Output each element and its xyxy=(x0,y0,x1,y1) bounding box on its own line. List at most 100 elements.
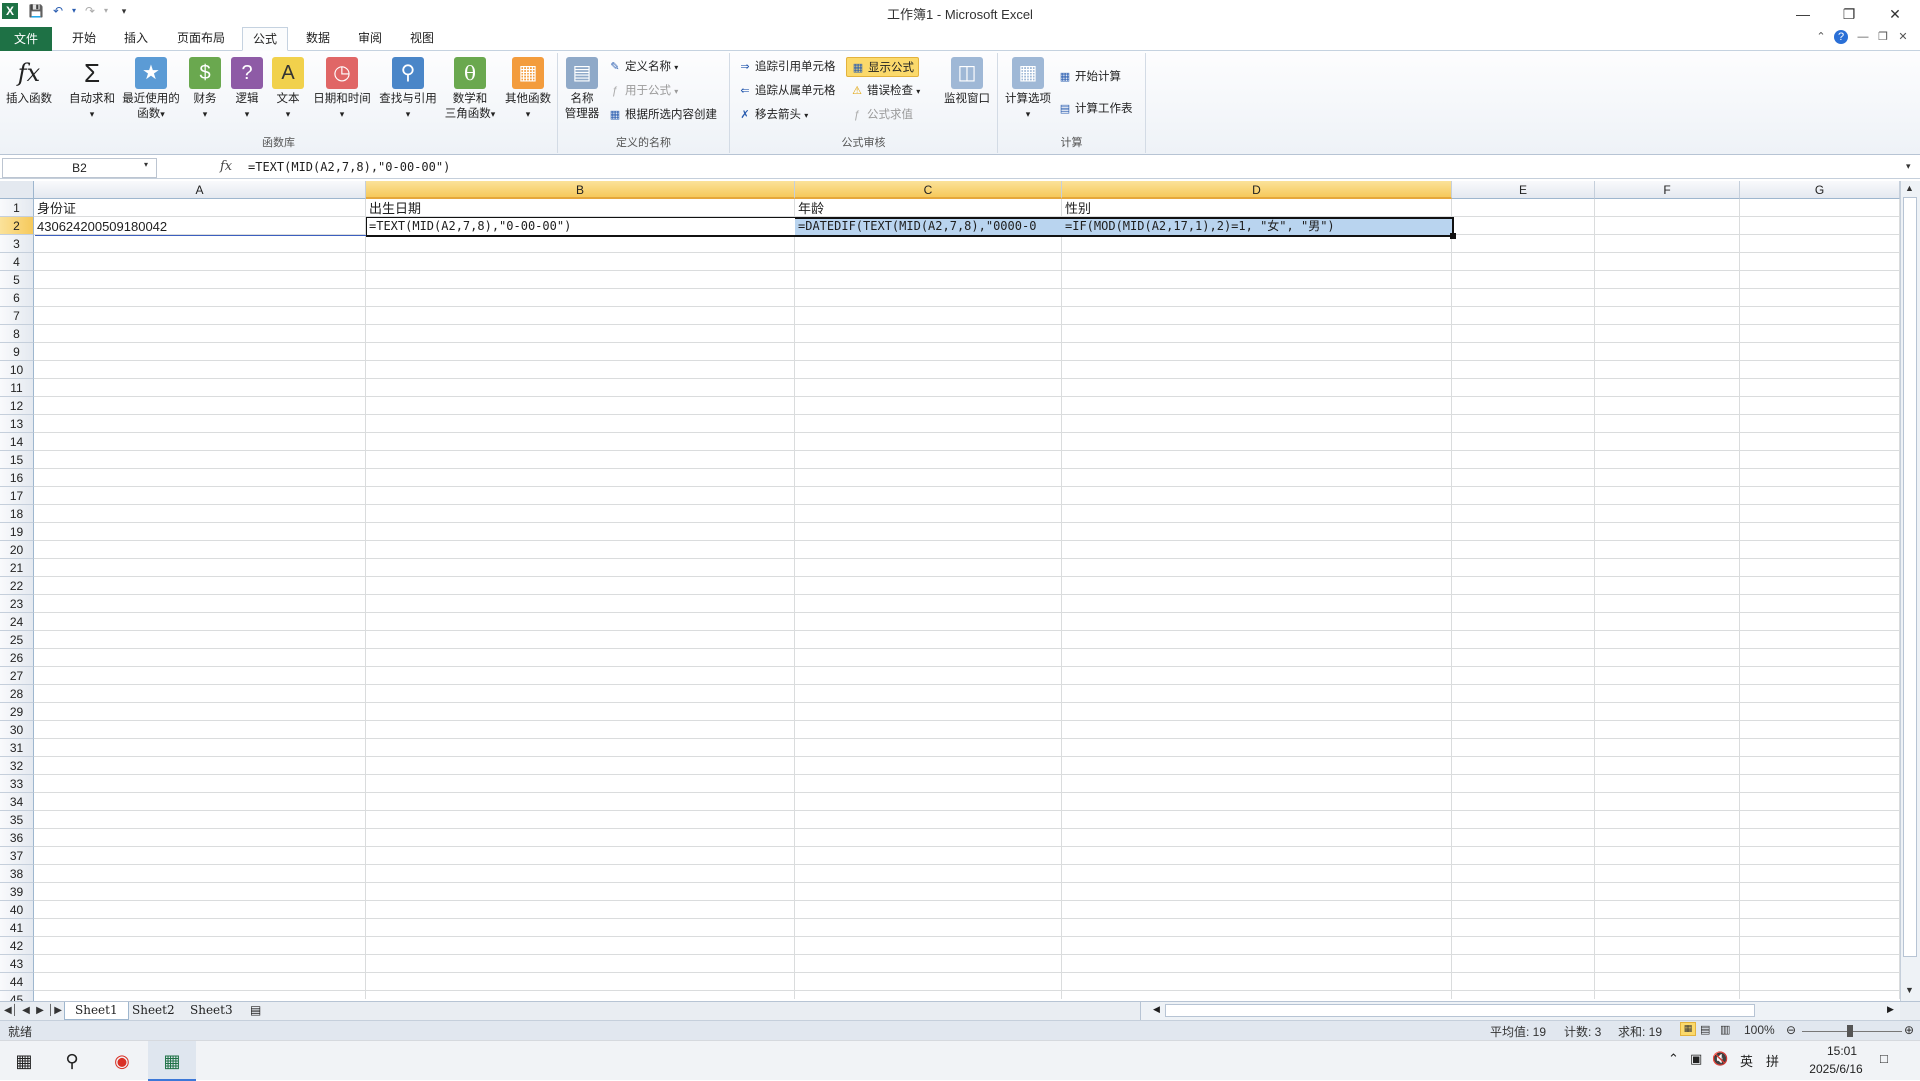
row-header-28[interactable]: 28 xyxy=(0,685,34,703)
financial-button[interactable]: $ 财务 ▾ xyxy=(188,57,222,122)
row-header-19[interactable]: 19 xyxy=(0,523,34,541)
zoom-in-icon[interactable]: ⊕ xyxy=(1904,1023,1914,1037)
ime-mode[interactable]: 拼 xyxy=(1766,1051,1779,1070)
row-header-23[interactable]: 23 xyxy=(0,595,34,613)
doc-restore-icon[interactable]: ❐ xyxy=(1876,30,1890,44)
use-in-formula-button[interactable]: ƒ 用于公式 ▾ xyxy=(608,81,678,101)
row-header-25[interactable]: 25 xyxy=(0,631,34,649)
row-header-22[interactable]: 22 xyxy=(0,577,34,595)
row-header-35[interactable]: 35 xyxy=(0,811,34,829)
insert-function-button[interactable]: fx 插入函数 xyxy=(4,57,54,107)
row-header-5[interactable]: 5 xyxy=(0,271,34,289)
column-header-a[interactable]: A xyxy=(34,181,366,199)
horizontal-scrollbar[interactable]: ◀ ▶ xyxy=(1140,1002,1900,1020)
row-header-6[interactable]: 6 xyxy=(0,289,34,307)
row-header-17[interactable]: 17 xyxy=(0,487,34,505)
recent-functions-button[interactable]: ★ 最近使用的 函数▾ xyxy=(120,57,182,122)
show-formulas-button[interactable]: ▦ 显示公式 xyxy=(846,57,919,77)
column-header-f[interactable]: F xyxy=(1595,181,1740,199)
column-header-e[interactable]: E xyxy=(1452,181,1595,199)
more-functions-button[interactable]: ▦ 其他函数 ▾ xyxy=(500,57,556,122)
cell-c1[interactable]: 年龄 xyxy=(796,200,1061,217)
create-from-selection-button[interactable]: ▦ 根据所选内容创建 xyxy=(608,105,717,125)
text-functions-button[interactable]: A 文本 ▾ xyxy=(272,57,304,122)
row-header-11[interactable]: 11 xyxy=(0,379,34,397)
row-header-43[interactable]: 43 xyxy=(0,955,34,973)
scroll-left-icon[interactable]: ◀ xyxy=(1153,1004,1160,1015)
row-header-12[interactable]: 12 xyxy=(0,397,34,415)
select-all-corner[interactable] xyxy=(0,181,34,199)
row-header-18[interactable]: 18 xyxy=(0,505,34,523)
column-header-c[interactable]: C xyxy=(795,181,1062,199)
first-sheet-icon[interactable]: ◀│ xyxy=(4,1003,18,1019)
row-header-30[interactable]: 30 xyxy=(0,721,34,739)
windows-start-icon[interactable]: ▦ xyxy=(0,1041,48,1081)
row-header-36[interactable]: 36 xyxy=(0,829,34,847)
row-header-41[interactable]: 41 xyxy=(0,919,34,937)
tab-insert[interactable]: 插入 xyxy=(114,28,158,50)
worksheet-grid[interactable]: ABCDEFG 1 2 3 4 5 6 7 8 9 10 11 12 13 14 15 16 17 18 19 20 2… xyxy=(0,181,1920,1001)
cell-b2[interactable]: =TEXT(MID(A2,7,8),"0-00-00") xyxy=(367,218,794,235)
row-header-16[interactable]: 16 xyxy=(0,469,34,487)
name-box-dropdown-icon[interactable]: ▾ xyxy=(144,160,148,169)
scroll-right-icon[interactable]: ▶ xyxy=(1887,1004,1894,1015)
zoom-level[interactable]: 100% xyxy=(1744,1023,1775,1037)
tab-data[interactable]: 数据 xyxy=(296,28,340,50)
row-header-20[interactable]: 20 xyxy=(0,541,34,559)
tab-formulas[interactable]: 公式 xyxy=(242,27,288,51)
formula-input[interactable]: =TEXT(MID(A2,7,8),"0-00-00") xyxy=(246,158,1906,178)
sheet-tab-sheet1[interactable]: Sheet1 xyxy=(64,1002,129,1020)
evaluate-formula-button[interactable]: ƒ 公式求值 xyxy=(850,105,913,125)
tab-view[interactable]: 视图 xyxy=(400,28,444,50)
row-header-44[interactable]: 44 xyxy=(0,973,34,991)
normal-view-icon[interactable]: ▦ xyxy=(1680,1022,1696,1036)
network-icon[interactable]: ▣ xyxy=(1690,1051,1702,1067)
math-trig-button[interactable]: θ 数学和 三角函数▾ xyxy=(442,57,498,122)
chrome-icon[interactable]: ◉ xyxy=(98,1041,146,1081)
row-header-24[interactable]: 24 xyxy=(0,613,34,631)
trace-precedents-button[interactable]: ⇒ 追踪引用单元格 xyxy=(738,57,835,77)
vertical-scroll-thumb[interactable] xyxy=(1903,197,1917,957)
tab-file[interactable]: 文件 xyxy=(0,27,52,51)
ime-language[interactable]: 英 xyxy=(1740,1051,1753,1070)
tab-home[interactable]: 开始 xyxy=(62,28,106,50)
cell-d1[interactable]: 性别 xyxy=(1063,200,1451,217)
calculate-sheet-button[interactable]: ▤ 计算工作表 xyxy=(1058,99,1133,119)
row-header-14[interactable]: 14 xyxy=(0,433,34,451)
calculate-now-button[interactable]: ▦ 开始计算 xyxy=(1058,67,1121,87)
row-header-29[interactable]: 29 xyxy=(0,703,34,721)
horizontal-scroll-thumb[interactable] xyxy=(1165,1004,1755,1017)
row-header-42[interactable]: 42 xyxy=(0,937,34,955)
scroll-up-icon[interactable]: ▲ xyxy=(1905,183,1914,193)
name-box[interactable]: B2 xyxy=(2,158,157,178)
row-header-10[interactable]: 10 xyxy=(0,361,34,379)
row-header-9[interactable]: 9 xyxy=(0,343,34,361)
last-sheet-icon[interactable]: │▶ xyxy=(48,1003,62,1019)
trace-dependents-button[interactable]: ⇐ 追踪从属单元格 xyxy=(738,81,835,101)
row-header-7[interactable]: 7 xyxy=(0,307,34,325)
tab-review[interactable]: 审阅 xyxy=(348,28,392,50)
name-manager-button[interactable]: ▤ 名称 管理器 xyxy=(562,57,602,122)
cell-c2[interactable]: =DATEDIF(TEXT(MID(A2,7,8),"0000-0 xyxy=(796,218,1061,235)
column-header-d[interactable]: D xyxy=(1062,181,1452,199)
row-header-27[interactable]: 27 xyxy=(0,667,34,685)
lookup-reference-button[interactable]: ⚲ 查找与引用 ▾ xyxy=(376,57,440,122)
prev-sheet-icon[interactable]: ◀ xyxy=(20,1003,32,1019)
autosum-button[interactable]: Σ 自动求和 ▾ xyxy=(66,57,118,122)
vertical-scrollbar[interactable]: ▲ ▼ xyxy=(1900,181,1920,1001)
cell-d2[interactable]: =IF(MOD(MID(A2,17,1),2)=1, "女", "男") xyxy=(1063,218,1451,235)
insert-function-fx-icon[interactable]: fx xyxy=(220,159,232,174)
column-header-b[interactable]: B xyxy=(366,181,795,199)
excel-taskbar-icon[interactable]: ▦ xyxy=(148,1041,196,1081)
row-header-3[interactable]: 3 xyxy=(0,235,34,253)
cell-a2[interactable]: 430624200509180042 xyxy=(35,218,365,235)
insert-sheet-icon[interactable]: ▤ xyxy=(240,1002,271,1020)
doc-close-icon[interactable]: ✕ xyxy=(1896,30,1910,44)
datetime-button[interactable]: ◷ 日期和时间 ▾ xyxy=(310,57,374,122)
zoom-slider-thumb[interactable] xyxy=(1847,1025,1853,1037)
logical-button[interactable]: ? 逻辑 ▾ xyxy=(230,57,264,122)
row-header-33[interactable]: 33 xyxy=(0,775,34,793)
remove-arrows-button[interactable]: ✗ 移去箭头 ▾ xyxy=(738,105,808,125)
doc-minimize-icon[interactable]: — xyxy=(1856,30,1870,44)
row-header-26[interactable]: 26 xyxy=(0,649,34,667)
